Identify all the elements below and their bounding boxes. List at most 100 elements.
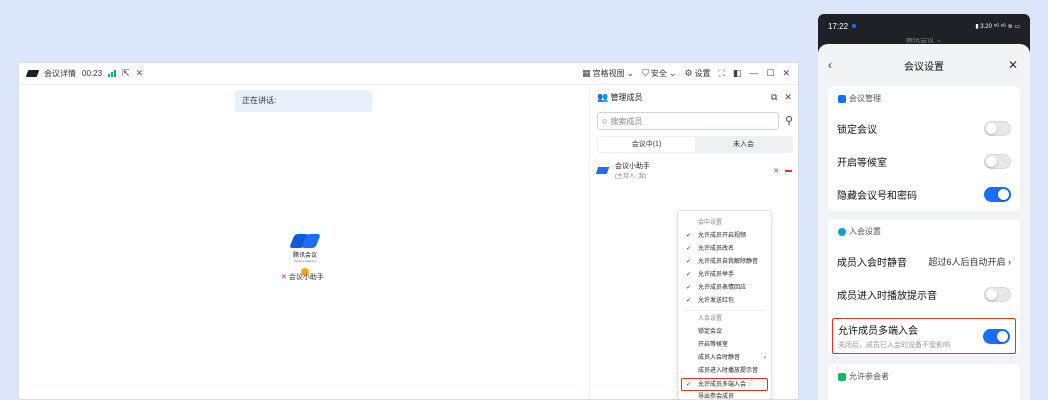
menu-section-in-meeting: 会中设置 bbox=[698, 220, 723, 226]
menu-divider bbox=[684, 310, 765, 311]
signal-icon bbox=[108, 70, 117, 77]
search-icon: ○ bbox=[602, 115, 608, 126]
management-icon bbox=[838, 95, 846, 103]
brand-sub: Tencent Meeting bbox=[293, 259, 316, 263]
members-icon: 👥 bbox=[597, 91, 609, 102]
status-bar: 17:22 ▮ 3.20 ⁵ᴳ ᵉᴳ ≋ ▭ bbox=[818, 14, 1030, 38]
multi-device-label: 允许成员多端入会 bbox=[838, 326, 918, 337]
gear-icon: ⚙ bbox=[684, 68, 693, 78]
card-meeting-management: 会议管理 锁定会议 开启等候室 隐藏会议号和密码 bbox=[828, 86, 1020, 211]
check-icon: ✓ bbox=[686, 233, 692, 239]
close-icon[interactable]: ✕ bbox=[1008, 58, 1020, 72]
meeting-duration: 00:23 bbox=[82, 69, 103, 78]
menu-item-allow-unmute[interactable]: ✓ 允许成员自我解除静音 bbox=[678, 256, 771, 269]
security-button[interactable]: ⛉ 安全 ⌄ bbox=[642, 68, 676, 79]
check-icon: ✓ bbox=[686, 272, 692, 278]
check-icon: ✓ bbox=[686, 259, 692, 265]
lock-meeting-toggle[interactable] bbox=[984, 121, 1011, 136]
settings-label: 设置 bbox=[694, 69, 711, 78]
hide-number-toggle[interactable] bbox=[984, 187, 1011, 202]
card-title: 允许参会者 bbox=[849, 372, 889, 381]
participant-name: ✕ 会议小助手 bbox=[281, 274, 324, 281]
waiting-room-toggle[interactable] bbox=[984, 154, 1011, 169]
shield-icon: ⛉ bbox=[642, 68, 649, 78]
recording-dot-icon bbox=[852, 24, 857, 28]
menu-item-export-members[interactable]: 导出参会成员 bbox=[678, 391, 771, 399]
join-sound-toggle[interactable] bbox=[984, 287, 1011, 302]
member-name: 会议小助手 bbox=[615, 163, 650, 170]
menu-item-join-sound[interactable]: 成员进入时播放提示音 bbox=[678, 365, 771, 378]
brand-name: 腾讯会议 bbox=[292, 253, 317, 259]
muted-mic-icon[interactable]: ✕ bbox=[136, 69, 144, 78]
multi-device-toggle[interactable] bbox=[983, 328, 1010, 344]
multi-device-desc: 关闭后，成员已入会的设备不受影响 bbox=[838, 342, 950, 349]
phone-screen: 17:22 ▮ 3.20 ⁵ᴳ ᵉᴳ ≋ ▭ 腾讯会议 ⌄ ‹ 会议设置 ✕ 会… bbox=[818, 14, 1030, 400]
close-icon[interactable]: ✕ bbox=[782, 69, 790, 78]
video-off-icon[interactable]: ▬ bbox=[785, 167, 792, 175]
row-lock-meeting: 锁定会议 bbox=[828, 112, 1020, 145]
settings-button[interactable]: ⚙ 设置 bbox=[684, 68, 710, 79]
fullscreen-icon[interactable]: ⛶ bbox=[719, 69, 725, 78]
member-row[interactable]: 会议小助手 (主持人, 我) ✕ ▬ bbox=[595, 161, 792, 180]
mute-on-join-value: 超过6人后自动开启 bbox=[928, 257, 1006, 267]
chevron-right-icon: › bbox=[1008, 257, 1011, 267]
menu-item-multi-device[interactable]: ✓ 允许成员多端入会 ⓘ bbox=[681, 378, 768, 391]
security-label: 安全 bbox=[650, 69, 667, 78]
popout-icon[interactable]: ⧉ bbox=[771, 92, 777, 102]
tab-not-joined[interactable]: 未入会 bbox=[695, 137, 792, 152]
menu-item-waiting-room[interactable]: 开启等候室 bbox=[678, 339, 771, 352]
tencent-meeting-logo-icon bbox=[27, 70, 38, 77]
speaking-indicator: 正在讲话: bbox=[235, 90, 372, 112]
check-icon: ✓ bbox=[686, 246, 692, 252]
sidebar-toggle-icon[interactable]: ◧ bbox=[733, 69, 742, 78]
card-allow-attendees: 允许参会者 bbox=[828, 364, 1020, 400]
member-search-input[interactable]: ○ 搜索成员 bbox=[597, 112, 779, 130]
muted-mic-icon[interactable]: ✕ bbox=[773, 167, 779, 175]
status-time: 17:22 bbox=[828, 21, 849, 31]
member-tabs: 会议中(1) 未入会 bbox=[597, 136, 793, 153]
close-panel-icon[interactable]: ✕ bbox=[784, 92, 792, 102]
menu-item-allow-video[interactable]: ✓ 允许成员开启视频 bbox=[678, 230, 771, 243]
panel-title: 管理成员 bbox=[610, 92, 643, 102]
menu-item-mute-on-join[interactable]: 成员入会时静音 › bbox=[678, 352, 771, 365]
card-join-settings: 入会设置 成员入会时静音 超过6人后自动开启 › 成员进入时播放提示音 允许成员多… bbox=[828, 219, 1020, 356]
chevron-down-icon: ⌄ bbox=[626, 68, 635, 78]
menu-item-allow-raise-hand[interactable]: ✓ 允许成员举手 bbox=[678, 269, 771, 282]
tab-in-meeting[interactable]: 会议中(1) bbox=[598, 137, 695, 152]
menu-item-allow-rename[interactable]: ✓ 允许成员改名 bbox=[678, 243, 771, 256]
meeting-info-button[interactable]: 会议详情 bbox=[44, 68, 76, 79]
sheet-title: 会议设置 bbox=[904, 61, 944, 73]
title-bar: 会议详情 00:23 ⇱ ✕ ▦ 宫格视图 ⌄ ⛉ 安全 ⌄ ⚙ 设置 ⛶ ◧ — ☐ ✕ bbox=[19, 63, 798, 85]
info-icon bbox=[838, 228, 846, 236]
row-multi-device: 允许成员多端入会 关闭后，成员已入会的设备不受影响 bbox=[832, 318, 1016, 354]
info-icon: ⓘ bbox=[747, 382, 754, 388]
minimize-icon[interactable]: — bbox=[749, 69, 758, 78]
row-hide-number: 隐藏会议号和密码 bbox=[828, 178, 1020, 211]
layout-button[interactable]: ▦ 宫格视图 ⌄ bbox=[582, 68, 634, 79]
lock-icon bbox=[838, 373, 846, 381]
check-icon: ✓ bbox=[686, 298, 692, 304]
menu-item-lock-meeting[interactable]: 锁定会议 bbox=[678, 326, 771, 339]
status-icons: ▮ 3.20 ⁵ᴳ ᵉᴳ ≋ ▭ bbox=[975, 23, 1020, 30]
grid-icon: ▦ bbox=[582, 68, 591, 78]
video-stage: 正在讲话: 腾讯会议 Tencent Meeting ✕ 会议小助手 bbox=[19, 86, 589, 399]
avatar bbox=[595, 166, 610, 175]
muted-mic-icon: ✕ bbox=[281, 274, 287, 281]
tencent-meeting-logo-icon bbox=[289, 234, 321, 248]
chevron-down-icon: ⌄ bbox=[668, 68, 677, 78]
maximize-icon[interactable]: ☐ bbox=[766, 69, 774, 78]
card-title: 会议管理 bbox=[849, 94, 881, 103]
row-join-sound: 成员进入时播放提示音 bbox=[828, 278, 1020, 311]
card-title: 入会设置 bbox=[849, 227, 881, 236]
row-waiting-room: 开启等候室 bbox=[828, 145, 1020, 178]
invite-member-icon[interactable]: ⚲ bbox=[785, 112, 793, 130]
row-mute-on-join[interactable]: 成员入会时静音 超过6人后自动开启 › bbox=[828, 245, 1020, 278]
check-icon: ✓ bbox=[686, 285, 692, 291]
settings-dropdown-menu: 会中设置 ✓ 允许成员开启视频 ✓ 允许成员改名 ✓ 允许成员自我解除静音 ✓ 允许成员… bbox=[677, 210, 772, 400]
menu-item-allow-reactions[interactable]: ✓ 允许成员表情回应 bbox=[678, 282, 771, 295]
menu-item-allow-red-packet[interactable]: ✓ 允许发送红包 bbox=[678, 295, 771, 308]
menu-section-join: 入会设置 bbox=[698, 316, 723, 322]
layout-label: 宫格视图 bbox=[592, 69, 625, 78]
back-icon[interactable]: ‹ bbox=[828, 58, 840, 72]
share-icon[interactable]: ⇱ bbox=[122, 69, 130, 78]
